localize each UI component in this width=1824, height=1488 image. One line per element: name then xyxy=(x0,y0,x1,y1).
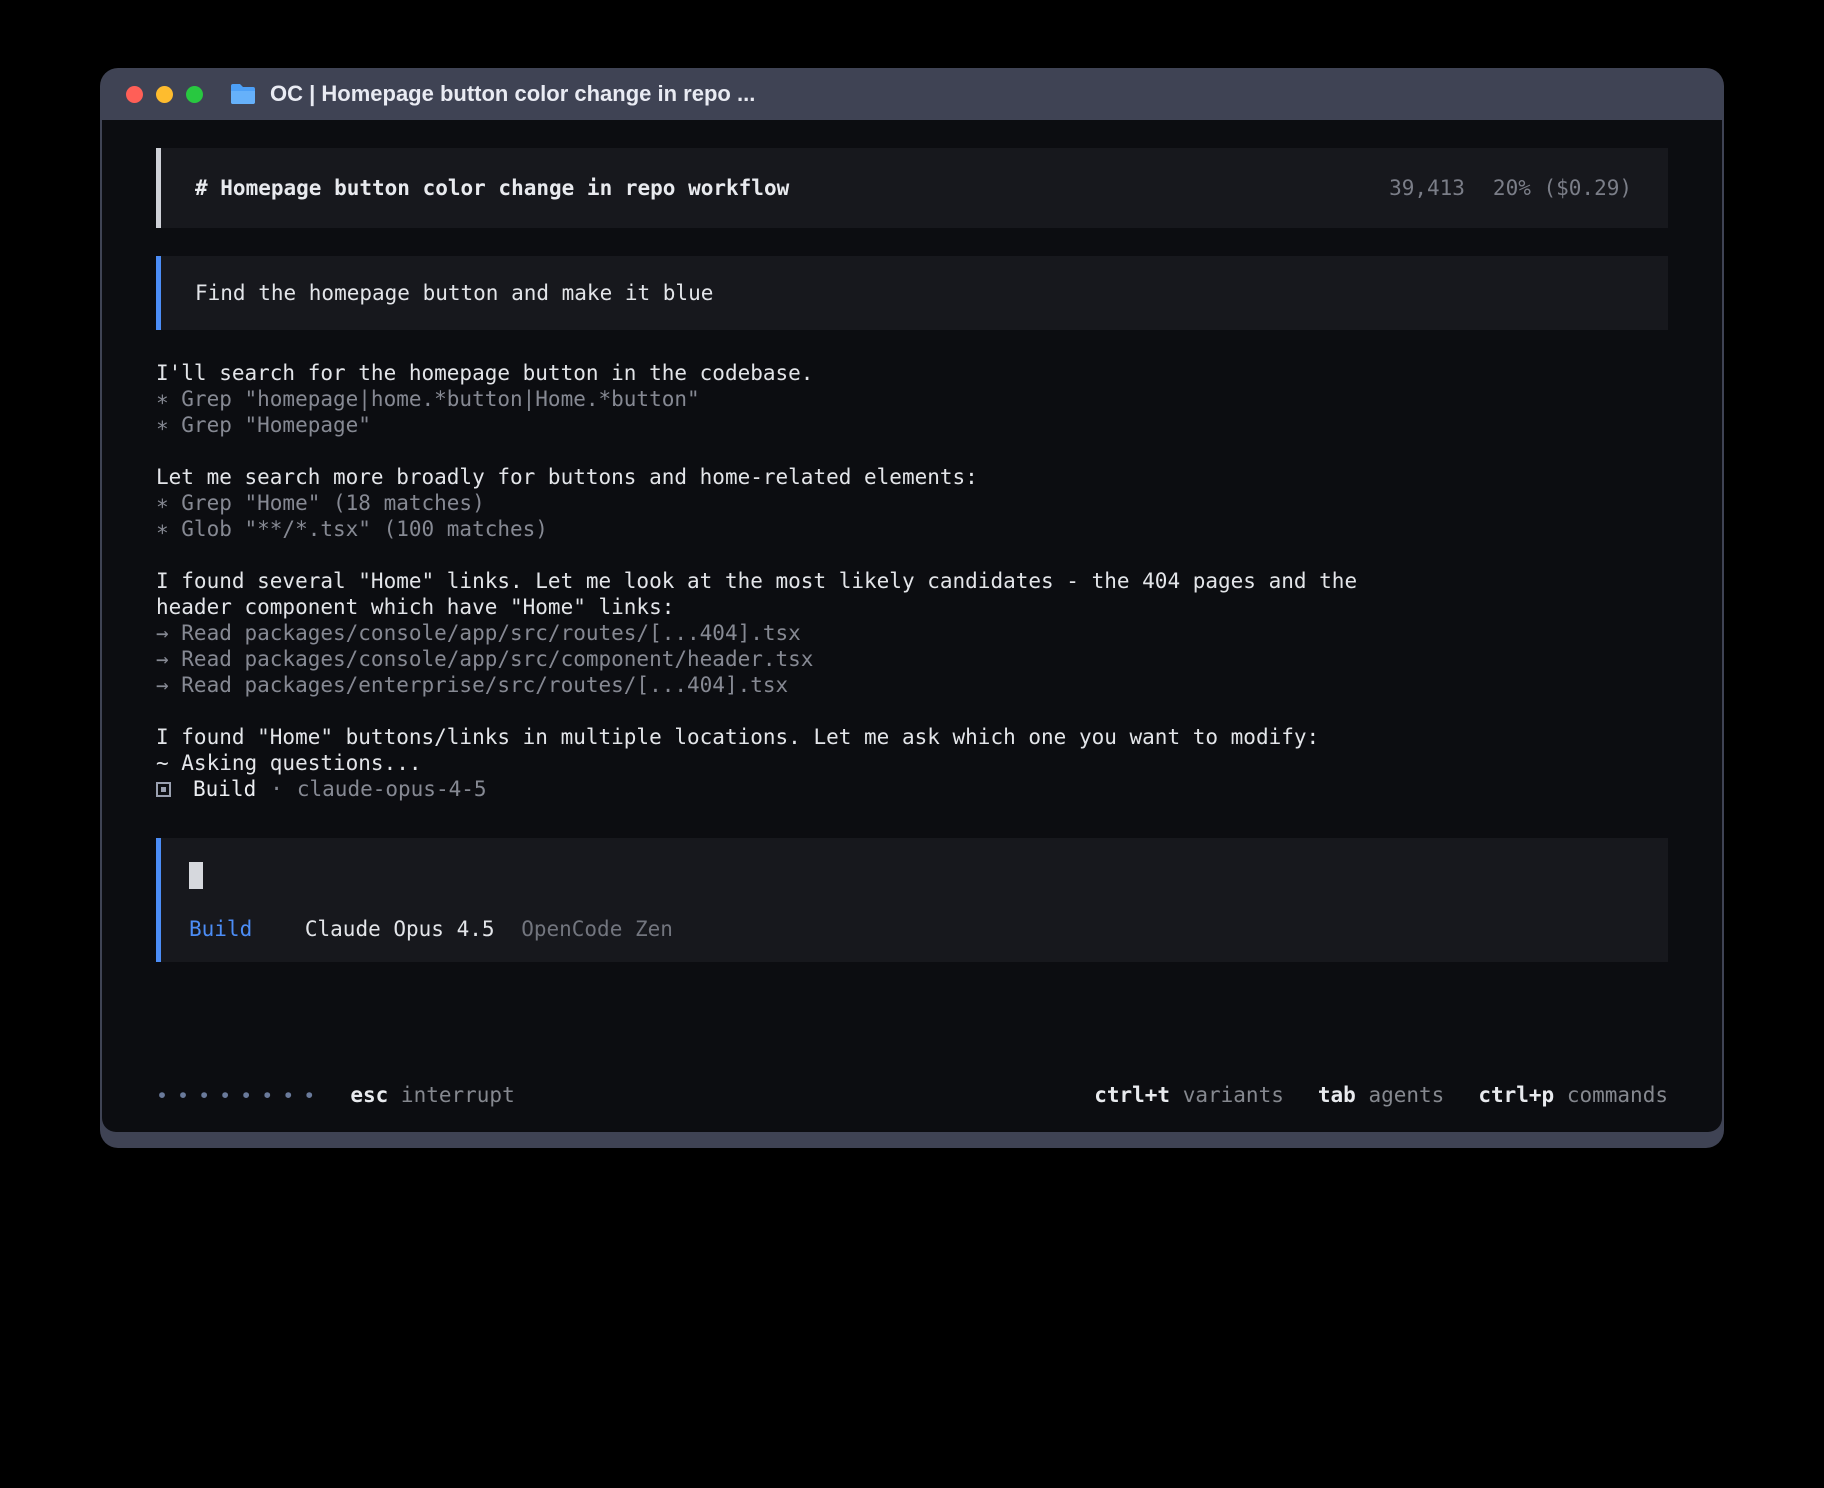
tool-call-group: ∗ Grep "Home" (18 matches) ∗ Glob "**/*.… xyxy=(156,490,1406,542)
zoom-button[interactable] xyxy=(186,86,203,103)
traffic-lights xyxy=(126,86,203,103)
hint-commands: ctrl+p commands xyxy=(1478,1082,1668,1108)
agent-square-icon xyxy=(156,782,171,797)
assistant-text: Let me search more broadly for buttons a… xyxy=(156,464,1406,490)
terminal-content: # Homepage button color change in repo w… xyxy=(102,120,1722,1132)
assistant-status-text: ~ Asking questions... xyxy=(156,750,1406,776)
agent-status-row: Build · claude-opus-4-5 xyxy=(156,776,1668,802)
folder-icon xyxy=(229,83,257,105)
spinner-dots: ∙∙∙∙∙∙∙∙ xyxy=(156,1082,324,1108)
hint-key: ctrl+t xyxy=(1094,1083,1170,1107)
hint-interrupt: esc interrupt xyxy=(350,1082,514,1108)
status-bar: ∙∙∙∙∙∙∙∙ esc interrupt ctrl+t variants t… xyxy=(156,1078,1668,1108)
assistant-text: I found several "Home" links. Let me loo… xyxy=(156,568,1406,620)
assistant-text: I'll search for the homepage button in t… xyxy=(156,360,1406,386)
tool-call-read: → Read packages/enterprise/src/routes/[.… xyxy=(156,672,1406,698)
hint-key: esc xyxy=(350,1083,388,1107)
tool-call-group: ∗ Grep "homepage|home.*button|Home.*butt… xyxy=(156,386,1406,438)
hint-key: ctrl+p xyxy=(1478,1083,1554,1107)
status-bar-left: ∙∙∙∙∙∙∙∙ esc interrupt xyxy=(156,1082,515,1108)
session-title: # Homepage button color change in repo w… xyxy=(195,175,789,201)
tool-call-grep: ∗ Grep "Home" (18 matches) xyxy=(156,490,1406,516)
tool-call-glob: ∗ Glob "**/*.tsx" (100 matches) xyxy=(156,516,1406,542)
hint-variants: ctrl+t variants xyxy=(1094,1082,1284,1108)
assistant-transcript: I'll search for the homepage button in t… xyxy=(156,360,1406,776)
input-meta-row: Build Claude Opus 4.5 OpenCode Zen xyxy=(189,916,1640,942)
hint-agents: tab agents xyxy=(1318,1082,1444,1108)
agent-model: claude-opus-4-5 xyxy=(297,776,487,802)
prompt-input[interactable]: Build Claude Opus 4.5 OpenCode Zen xyxy=(156,838,1668,962)
hint-label: commands xyxy=(1567,1083,1668,1107)
status-bar-right: ctrl+t variants tab agents ctrl+p comman… xyxy=(1094,1082,1668,1108)
token-count: 39,413 xyxy=(1389,175,1465,201)
window-titlebar[interactable]: OC | Homepage button color change in rep… xyxy=(100,68,1724,120)
tool-call-read: → Read packages/console/app/src/componen… xyxy=(156,646,1406,672)
input-model-label[interactable]: Claude Opus 4.5 xyxy=(305,917,495,941)
input-agent-label[interactable]: Build xyxy=(189,917,252,941)
close-button[interactable] xyxy=(126,86,143,103)
hint-label: agents xyxy=(1368,1083,1444,1107)
input-provider-label: OpenCode Zen xyxy=(521,917,673,941)
text-cursor xyxy=(189,862,203,889)
user-message-text: Find the homepage button and make it blu… xyxy=(195,281,713,305)
tool-call-read: → Read packages/console/app/src/routes/[… xyxy=(156,620,1406,646)
terminal-window: OC | Homepage button color change in rep… xyxy=(100,68,1724,1148)
session-stats: 39,413 20% ($0.29) xyxy=(1389,175,1632,201)
window-title: OC | Homepage button color change in rep… xyxy=(270,81,755,107)
tool-call-grep: ∗ Grep "homepage|home.*button|Home.*butt… xyxy=(156,386,1406,412)
tool-call-grep: ∗ Grep "Homepage" xyxy=(156,412,1406,438)
minimize-button[interactable] xyxy=(156,86,173,103)
assistant-text: I found "Home" buttons/links in multiple… xyxy=(156,724,1406,750)
hint-label: variants xyxy=(1183,1083,1284,1107)
agent-separator: · xyxy=(270,776,283,802)
session-header: # Homepage button color change in repo w… xyxy=(156,148,1668,228)
tool-call-group: → Read packages/console/app/src/routes/[… xyxy=(156,620,1406,698)
context-usage: 20% ($0.29) xyxy=(1493,175,1632,201)
hint-label: interrupt xyxy=(401,1083,515,1107)
agent-name: Build xyxy=(193,776,256,802)
user-message: Find the homepage button and make it blu… xyxy=(156,256,1668,330)
hint-key: tab xyxy=(1318,1083,1356,1107)
